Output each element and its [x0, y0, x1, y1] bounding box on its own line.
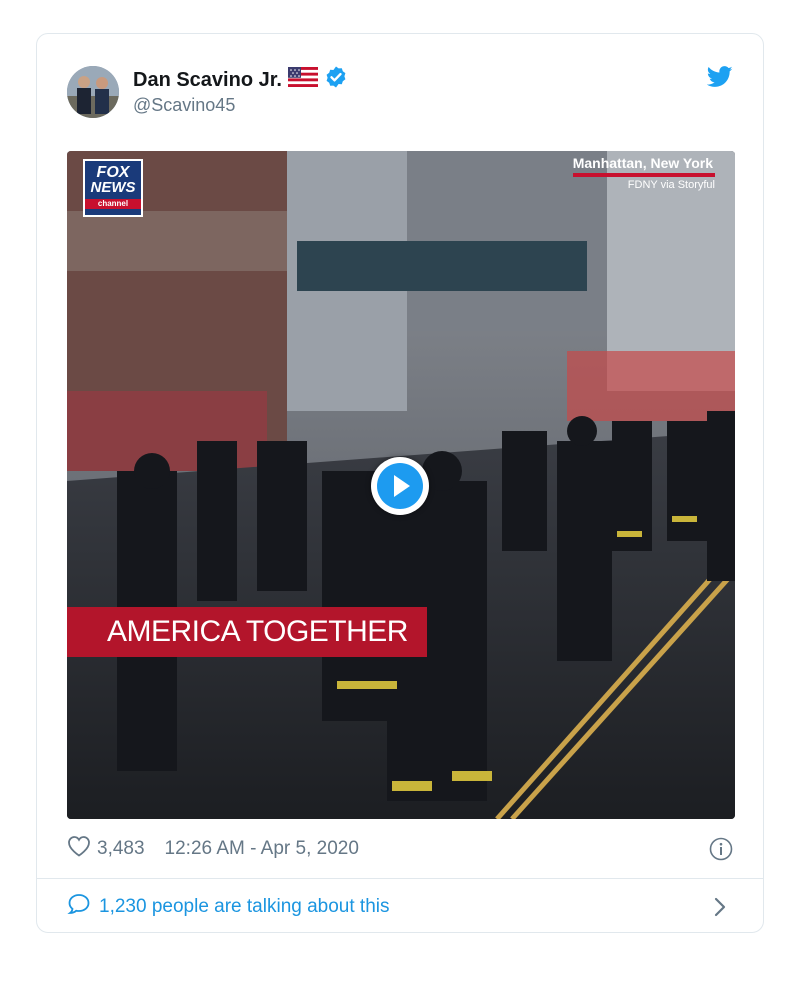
- info-icon[interactable]: [709, 837, 733, 861]
- author-handle[interactable]: @Scavino45: [133, 95, 235, 116]
- tweet-timestamp[interactable]: 12:26 AM - Apr 5, 2020: [165, 838, 359, 860]
- heart-icon[interactable]: [67, 835, 91, 863]
- location-overlay: Manhattan, New York FDNY via Storyful: [572, 155, 715, 191]
- location-title: Manhattan, New York: [572, 155, 715, 177]
- play-button[interactable]: [371, 457, 429, 515]
- twitter-bird-icon[interactable]: [706, 66, 733, 88]
- speech-bubble-icon: [67, 893, 91, 921]
- tweet-meta: 3,483 12:26 AM - Apr 5, 2020: [67, 834, 359, 864]
- lower-third-banner: AMERICA TOGETHER: [67, 607, 427, 657]
- author-name-text[interactable]: Dan Scavino Jr.: [133, 69, 282, 92]
- fox-logo-line3: channel: [85, 199, 141, 209]
- fox-logo-line1: FOX: [96, 164, 130, 181]
- banner-text: AMERICA TOGETHER: [107, 615, 408, 648]
- conversation-link[interactable]: 1,230 people are talking about this: [67, 893, 390, 921]
- video-source: FDNY via Storyful: [627, 179, 715, 191]
- video-media[interactable]: FOX NEWS channel Manhattan, New York FDN…: [67, 151, 735, 819]
- play-icon: [377, 463, 423, 509]
- us-flag-icon: [287, 67, 318, 93]
- fox-logo-line2: NEWS: [90, 179, 136, 196]
- chevron-right-icon[interactable]: [713, 896, 727, 918]
- conversation-text[interactable]: 1,230 people are talking about this: [99, 896, 390, 918]
- tweet-card: Dan Scavino Jr. @Scavino45 FOX NEWS chan…: [36, 33, 764, 933]
- author-avatar[interactable]: [67, 66, 119, 118]
- verified-badge-icon: [324, 65, 348, 95]
- like-count[interactable]: 3,483: [97, 838, 145, 860]
- divider: [37, 878, 763, 879]
- fox-news-logo: FOX NEWS channel: [83, 159, 143, 217]
- author-name[interactable]: Dan Scavino Jr.: [133, 65, 348, 95]
